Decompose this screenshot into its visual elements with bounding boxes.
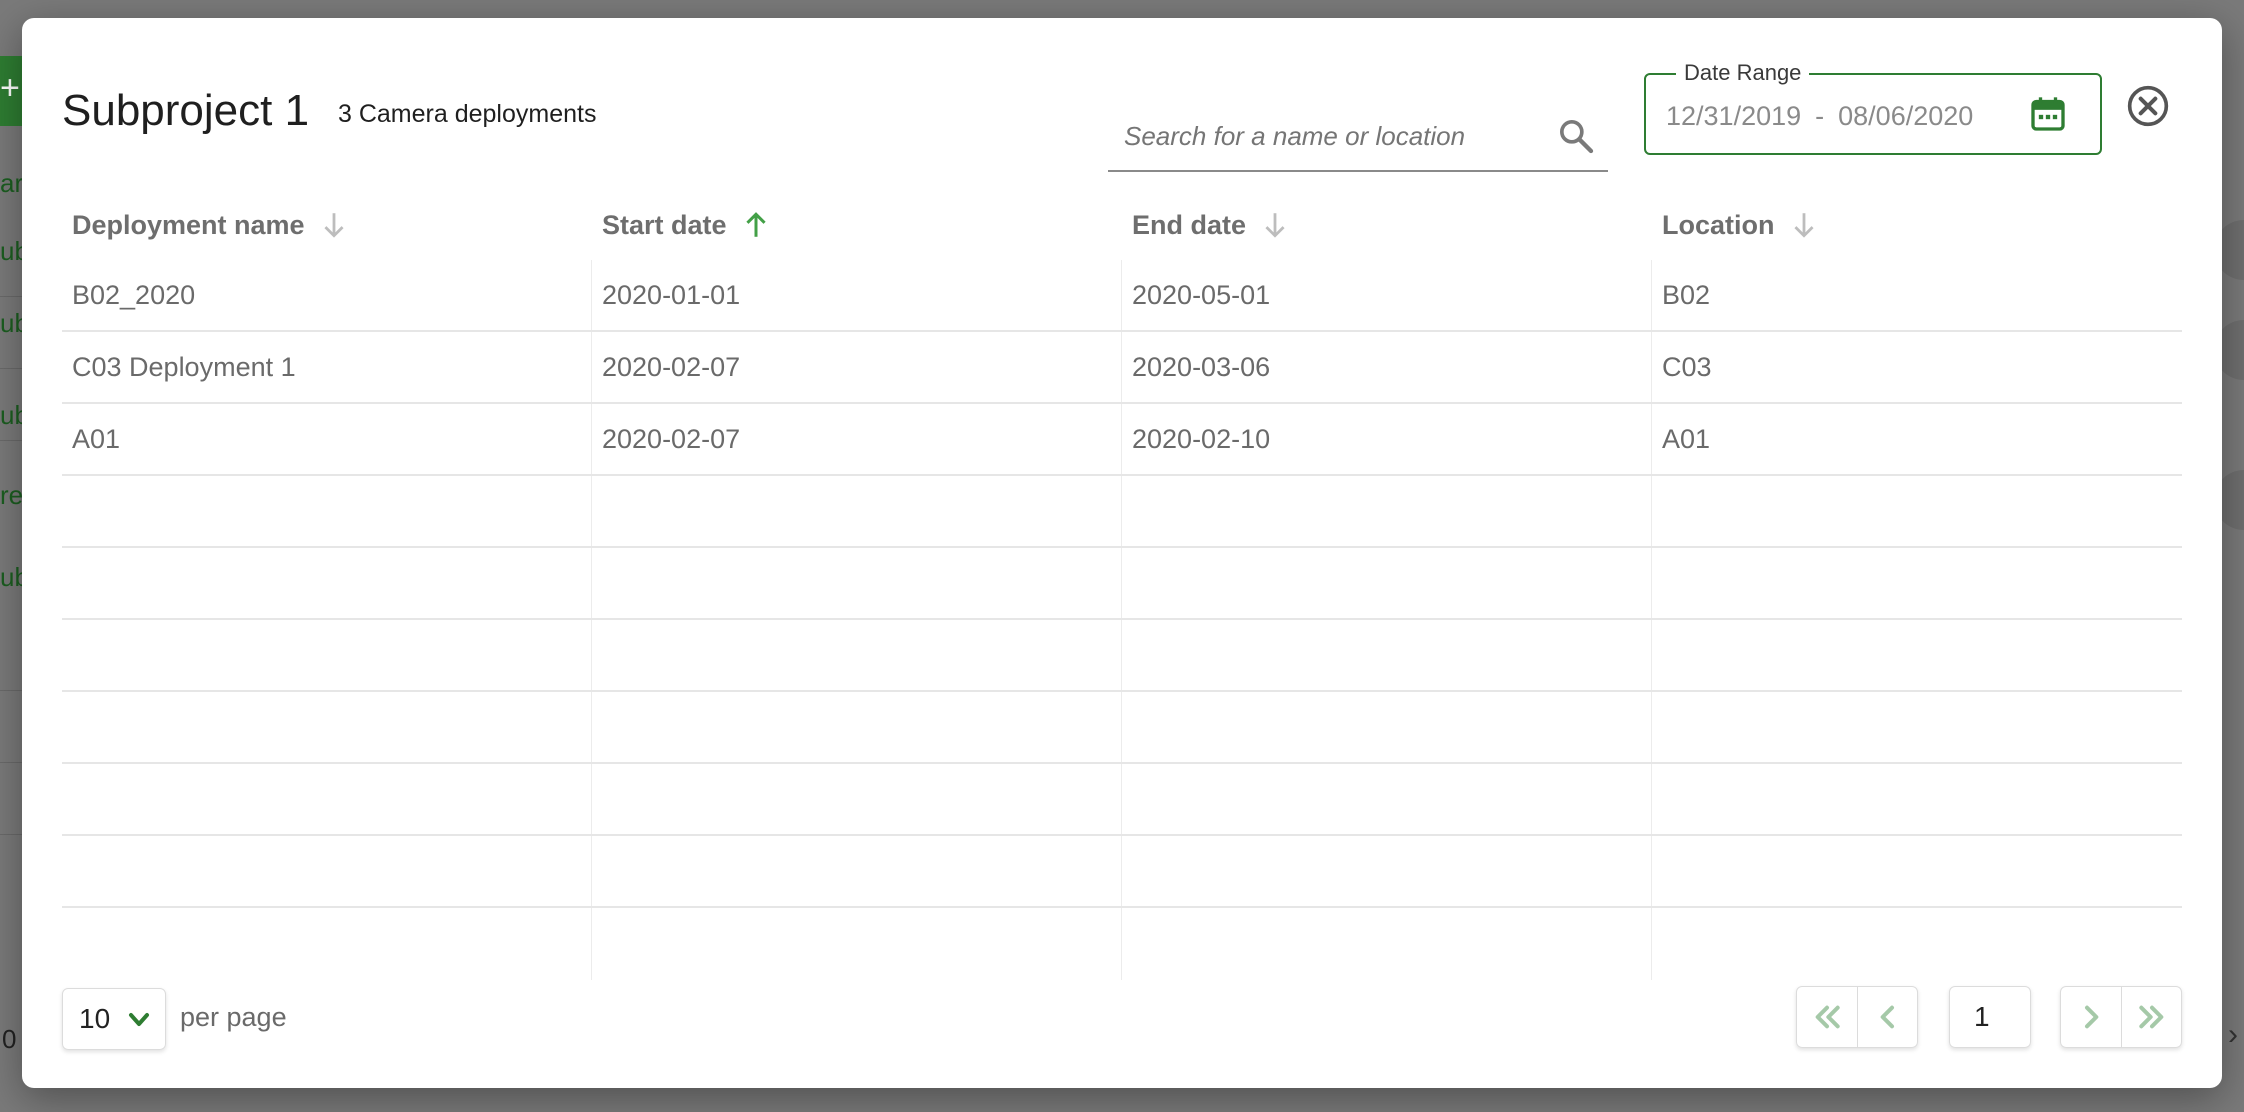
column-header-end-date[interactable]: End date (1122, 210, 1652, 241)
last-page-button[interactable] (2121, 987, 2181, 1047)
date-range-separator: - (1815, 101, 1825, 131)
first-page-button[interactable] (1797, 987, 1857, 1047)
table-row[interactable]: C03 Deployment 1 2020-02-07 2020-03-06 C… (62, 332, 2182, 404)
column-header-label: Deployment name (72, 209, 305, 240)
per-page-value: 10 (79, 1003, 111, 1034)
background-pager-glyph: › (2228, 1018, 2238, 1051)
background-divider (0, 368, 22, 369)
cell-deployment-name: B02_2020 (62, 260, 592, 330)
background-text: re (0, 480, 22, 510)
empty-table-row (62, 548, 2182, 620)
pager-back-group (1796, 986, 1918, 1048)
cell-deployment-name: C03 Deployment 1 (62, 332, 592, 402)
sort-arrow-down-icon[interactable] (321, 210, 347, 240)
per-page-label: per page (180, 1002, 287, 1032)
background-text: ub (0, 236, 22, 266)
background-text: ub (0, 308, 22, 338)
cell-end-date: 2020-02-10 (1122, 404, 1652, 474)
cell-start-date: 2020-01-01 (592, 260, 1122, 330)
background-text: ub (0, 562, 22, 592)
column-header-deployment-name[interactable]: Deployment name (62, 210, 592, 241)
deployment-count: 3 Camera deployments (338, 100, 597, 128)
column-header-label: Start date (602, 209, 727, 240)
background-divider (0, 834, 22, 835)
search-field (1108, 100, 1608, 172)
date-range-picker[interactable]: Date Range 12/31/2019-08/06/2020 (1644, 60, 2102, 155)
current-page-input[interactable]: 1 (1949, 986, 2031, 1048)
double-chevron-right-icon (2138, 1005, 2163, 1029)
cell-start-date: 2020-02-07 (592, 332, 1122, 402)
cell-deployment-name: A01 (62, 404, 592, 474)
column-header-label: End date (1132, 209, 1247, 240)
date-range-value[interactable]: 12/31/2019-08/06/2020 (1666, 101, 1973, 132)
chevron-right-icon (2085, 1005, 2099, 1029)
search-input[interactable] (1108, 114, 1538, 158)
chevron-down-icon (129, 1013, 149, 1026)
background-divider (0, 690, 22, 691)
column-header-label: Location (1662, 209, 1775, 240)
background-divider (0, 296, 22, 297)
background-pager-text: 0 (2, 1024, 17, 1054)
cell-end-date: 2020-03-06 (1122, 332, 1652, 402)
modal-title: Subproject 1 (62, 86, 310, 135)
empty-table-row (62, 692, 2182, 764)
background-divider (0, 762, 22, 763)
cell-start-date: 2020-02-07 (592, 404, 1122, 474)
deployments-modal: Subproject 1 3 Camera deployments Date R… (22, 18, 2222, 1088)
previous-page-button[interactable] (1857, 987, 1917, 1047)
table-row[interactable]: A01 2020-02-07 2020-02-10 A01 (62, 404, 2182, 476)
next-page-button[interactable] (2061, 987, 2121, 1047)
table-header: Deployment name Start date End date Loca… (62, 190, 2182, 260)
empty-table-row (62, 476, 2182, 548)
column-header-start-date[interactable]: Start date (592, 210, 1122, 241)
cell-location: B02 (1662, 279, 1711, 310)
empty-table-row (62, 620, 2182, 692)
empty-table-row (62, 836, 2182, 908)
background-divider (0, 440, 22, 441)
column-header-location[interactable]: Location (1652, 210, 2182, 241)
empty-table-row (62, 764, 2182, 836)
cell-location: C03 (1662, 351, 1712, 382)
close-circle-icon[interactable] (2126, 84, 2170, 128)
cell-location: A01 (1662, 423, 1711, 454)
search-icon[interactable] (1556, 116, 1596, 156)
cell-end-date: 2020-05-01 (1122, 260, 1652, 330)
chevron-left-icon (1880, 1005, 1894, 1029)
empty-table-row (62, 908, 2182, 980)
table-row[interactable]: B02_2020 2020-01-01 2020-05-01 B02 (62, 260, 2182, 332)
pager-forward-group (2060, 986, 2182, 1048)
date-range-label: Date Range (1676, 60, 1810, 86)
sort-arrow-down-icon[interactable] (1791, 210, 1817, 240)
sort-arrow-down-icon[interactable] (1262, 210, 1288, 240)
per-page-select[interactable]: 10 (62, 988, 166, 1050)
background-text: ub (0, 400, 22, 430)
background-add-button: + (0, 56, 22, 126)
date-range-start: 12/31/2019 (1666, 101, 1802, 131)
date-range-end: 08/06/2020 (1838, 101, 1974, 131)
double-chevron-left-icon (1815, 1005, 1840, 1029)
background-text: ar (0, 168, 22, 198)
deployments-table: Deployment name Start date End date Loca… (62, 190, 2182, 980)
calendar-icon[interactable] (2028, 93, 2068, 135)
sort-arrow-up-icon[interactable] (743, 210, 769, 240)
